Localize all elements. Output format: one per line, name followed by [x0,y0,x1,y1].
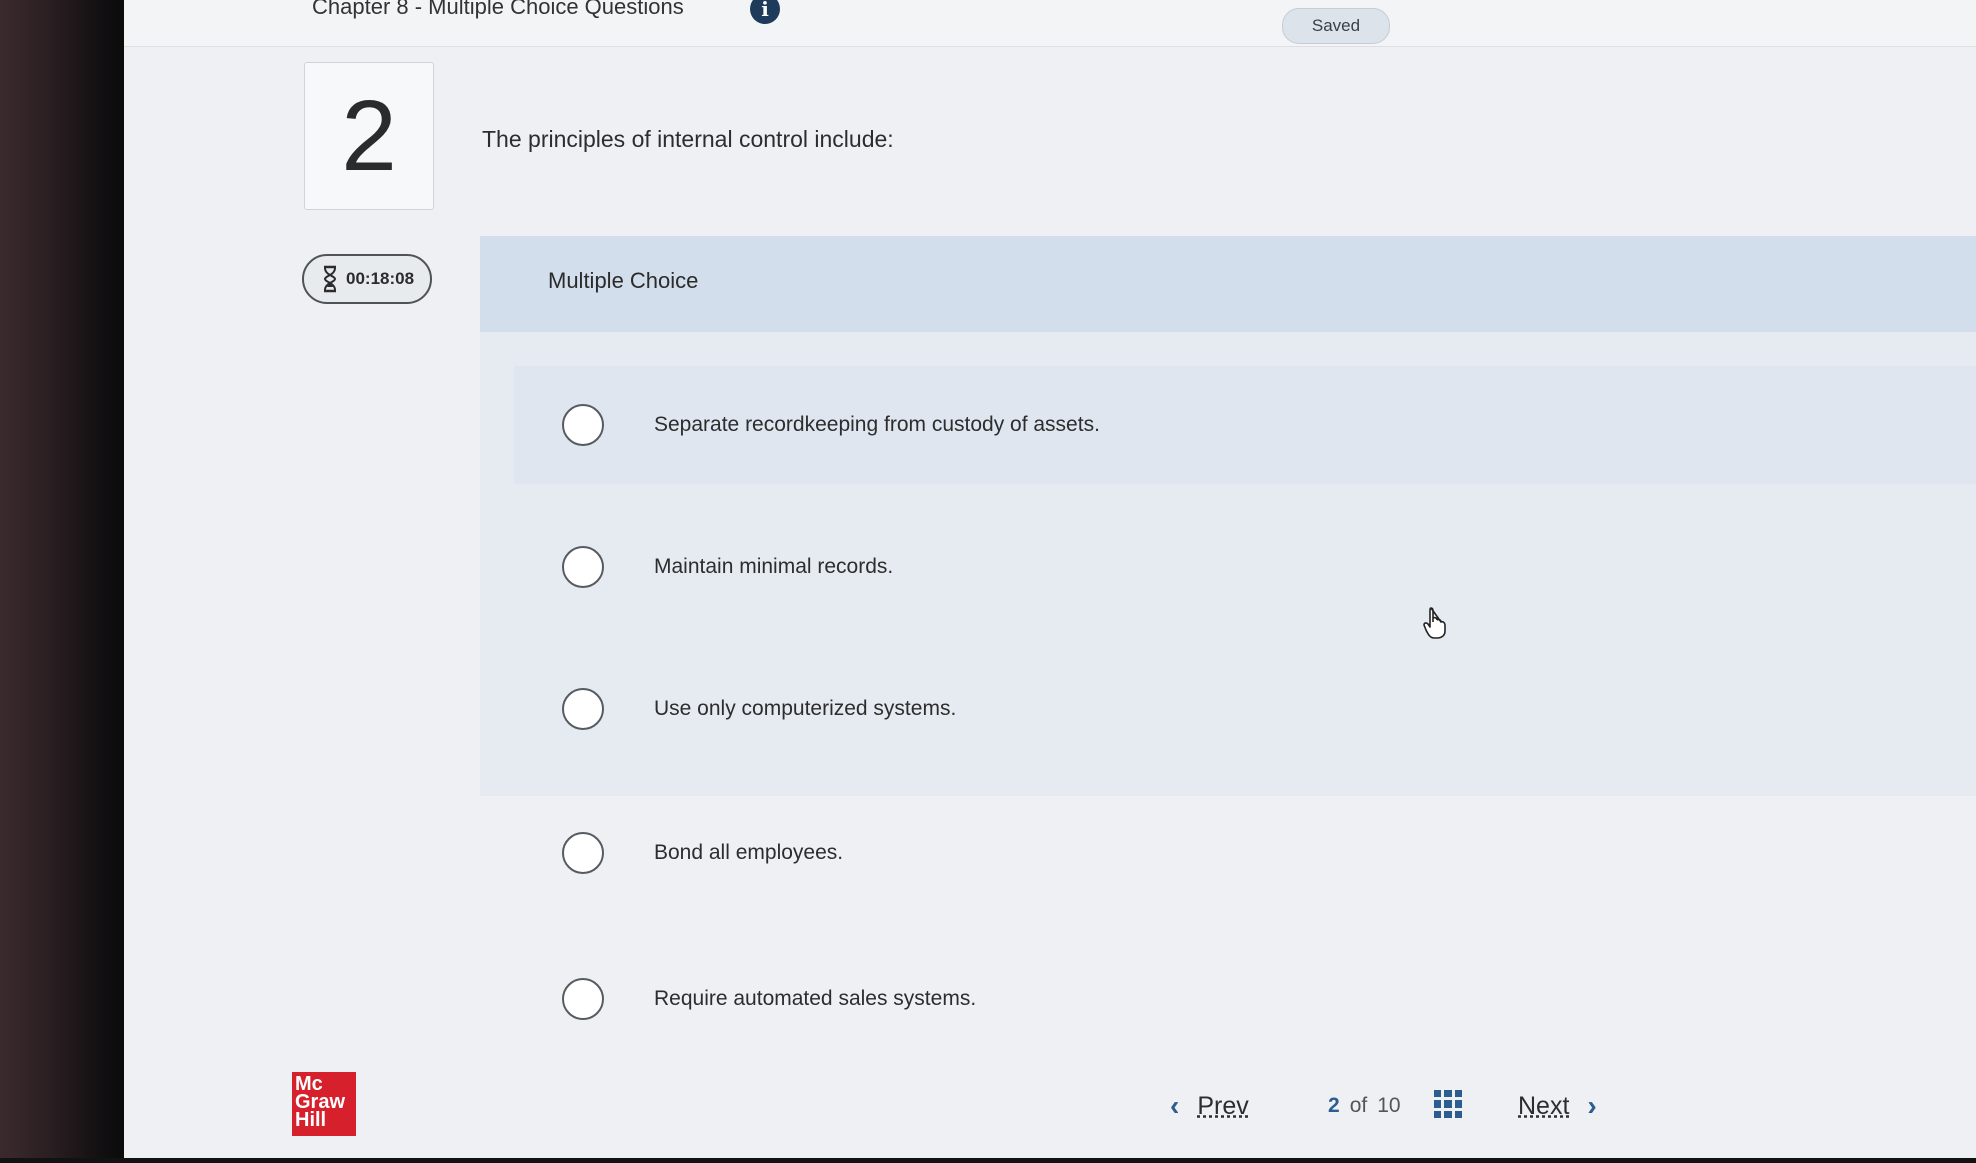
answer-option[interactable]: Maintain minimal records. [514,508,1976,626]
of-label: of [1349,1094,1368,1117]
answer-option[interactable]: Separate recordkeeping from custody of a… [514,366,1976,484]
timer[interactable]: 00:18:08 [302,254,432,304]
saved-status-badge: Saved [1282,8,1390,44]
current-page: 2 [1328,1094,1340,1117]
question-number: 2 [304,62,434,210]
radio-button[interactable] [562,978,604,1020]
option-label: Maintain minimal records. [654,555,894,578]
hand-cursor-icon [1423,607,1446,639]
answer-option[interactable]: Bond all employees. [514,794,1976,912]
screen-bezel-left [0,0,124,1163]
radio-button[interactable] [562,546,604,588]
next-label: Next [1518,1091,1570,1120]
chevron-left-icon: ‹ [1170,1090,1180,1121]
timer-value: 00:18:08 [346,269,415,288]
question-type-header [480,236,1976,332]
total-pages: 10 [1377,1094,1401,1117]
quiz-screen: Chapter 8 - Multiple Choice Questions i … [124,0,1976,1158]
next-button[interactable]: Next › [1518,1090,1597,1122]
radio-button[interactable] [562,832,604,874]
logo-line: Hill [295,1109,327,1131]
option-label: Use only computerized systems. [654,697,957,720]
radio-button[interactable] [562,404,604,446]
answer-option[interactable]: Use only computerized systems. [514,650,1976,768]
option-label: Separate recordkeeping from custody of a… [654,413,1100,436]
question-type-label: Multiple Choice [548,268,699,293]
screen-bezel-bottom [0,1158,1976,1163]
answer-option[interactable]: Require automated sales systems. [514,940,1976,1058]
option-label: Bond all employees. [654,841,844,864]
chevron-right-icon: › [1587,1090,1597,1121]
prev-label: Prev [1197,1091,1249,1120]
chapter-title: Chapter 8 - Multiple Choice Questions [312,0,684,19]
radio-button[interactable] [562,688,604,730]
hourglass-icon [323,265,337,293]
mcgraw-hill-logo: Mc Graw Hill [292,1072,356,1136]
question-text: The principles of internal control inclu… [482,126,894,152]
grid-icon[interactable] [1434,1090,1462,1118]
option-label: Require automated sales systems. [654,987,977,1010]
page-indicator: 2 of 10 [1328,1094,1401,1118]
prev-button[interactable]: ‹ Prev [1170,1090,1249,1122]
